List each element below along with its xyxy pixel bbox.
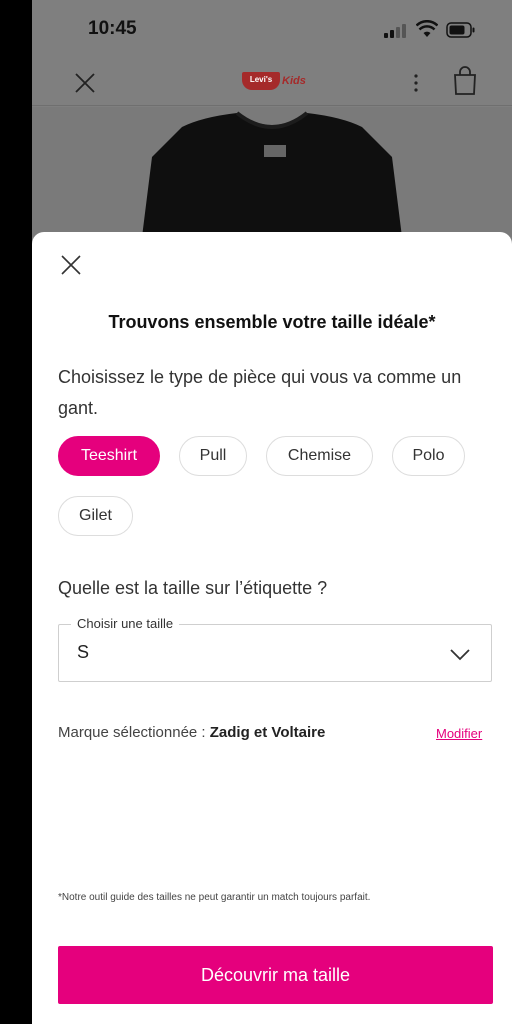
selected-brand-name: Zadig et Voltaire xyxy=(209,724,326,741)
sheet-subtitle: Choisissez le type de pièce qui vous va … xyxy=(58,367,462,418)
modify-brand-link[interactable]: Modifier xyxy=(436,726,482,741)
phone-screen: 10:45 Levi's Kids Trouvons ensemble votr… xyxy=(32,0,512,1024)
wifi-icon xyxy=(416,20,438,37)
chip-polo[interactable]: Polo xyxy=(392,436,465,476)
brand-logo: Levi's Kids xyxy=(242,70,314,92)
selected-brand: Marque sélectionnée : Zadig et Voltaire xyxy=(58,724,325,741)
disclaimer: *Notre outil guide des tailles ne peut g… xyxy=(58,892,371,903)
size-select-value: S xyxy=(77,642,90,662)
signal-icon xyxy=(384,24,410,38)
logo-kids-text: Kids xyxy=(282,75,306,87)
close-icon[interactable] xyxy=(72,70,98,96)
chip-chemise[interactable]: Chemise xyxy=(266,436,373,476)
tshirt-image xyxy=(142,111,402,237)
battery-icon xyxy=(446,22,475,38)
status-bar: 10:45 xyxy=(32,0,512,60)
size-select-label: Choisir une taille xyxy=(71,616,180,631)
shopping-bag-icon[interactable] xyxy=(452,66,478,96)
product-image xyxy=(32,107,512,237)
sheet-title: Trouvons ensemble votre taille idéale* xyxy=(108,312,436,332)
chevron-down-icon xyxy=(450,649,470,661)
more-vertical-icon[interactable] xyxy=(406,70,426,96)
chip-gilet[interactable]: Gilet xyxy=(58,496,133,536)
size-select[interactable]: Choisir une taille S xyxy=(58,616,492,682)
logo-badge: Levi's xyxy=(242,72,280,90)
chip-teeshirt[interactable]: Teeshirt xyxy=(58,436,160,476)
size-guide-sheet: Trouvons ensemble votre taille idéale* C… xyxy=(32,232,512,1024)
status-time: 10:45 xyxy=(88,18,137,39)
size-question: Quelle est la taille sur l’étiquette ? xyxy=(58,578,328,598)
selected-brand-prefix: Marque sélectionnée : xyxy=(58,724,210,741)
discover-size-button[interactable]: Découvrir ma taille xyxy=(58,946,493,1004)
close-icon[interactable] xyxy=(58,252,84,278)
chip-pull[interactable]: Pull xyxy=(179,436,247,476)
app-header: Levi's Kids xyxy=(32,60,512,106)
